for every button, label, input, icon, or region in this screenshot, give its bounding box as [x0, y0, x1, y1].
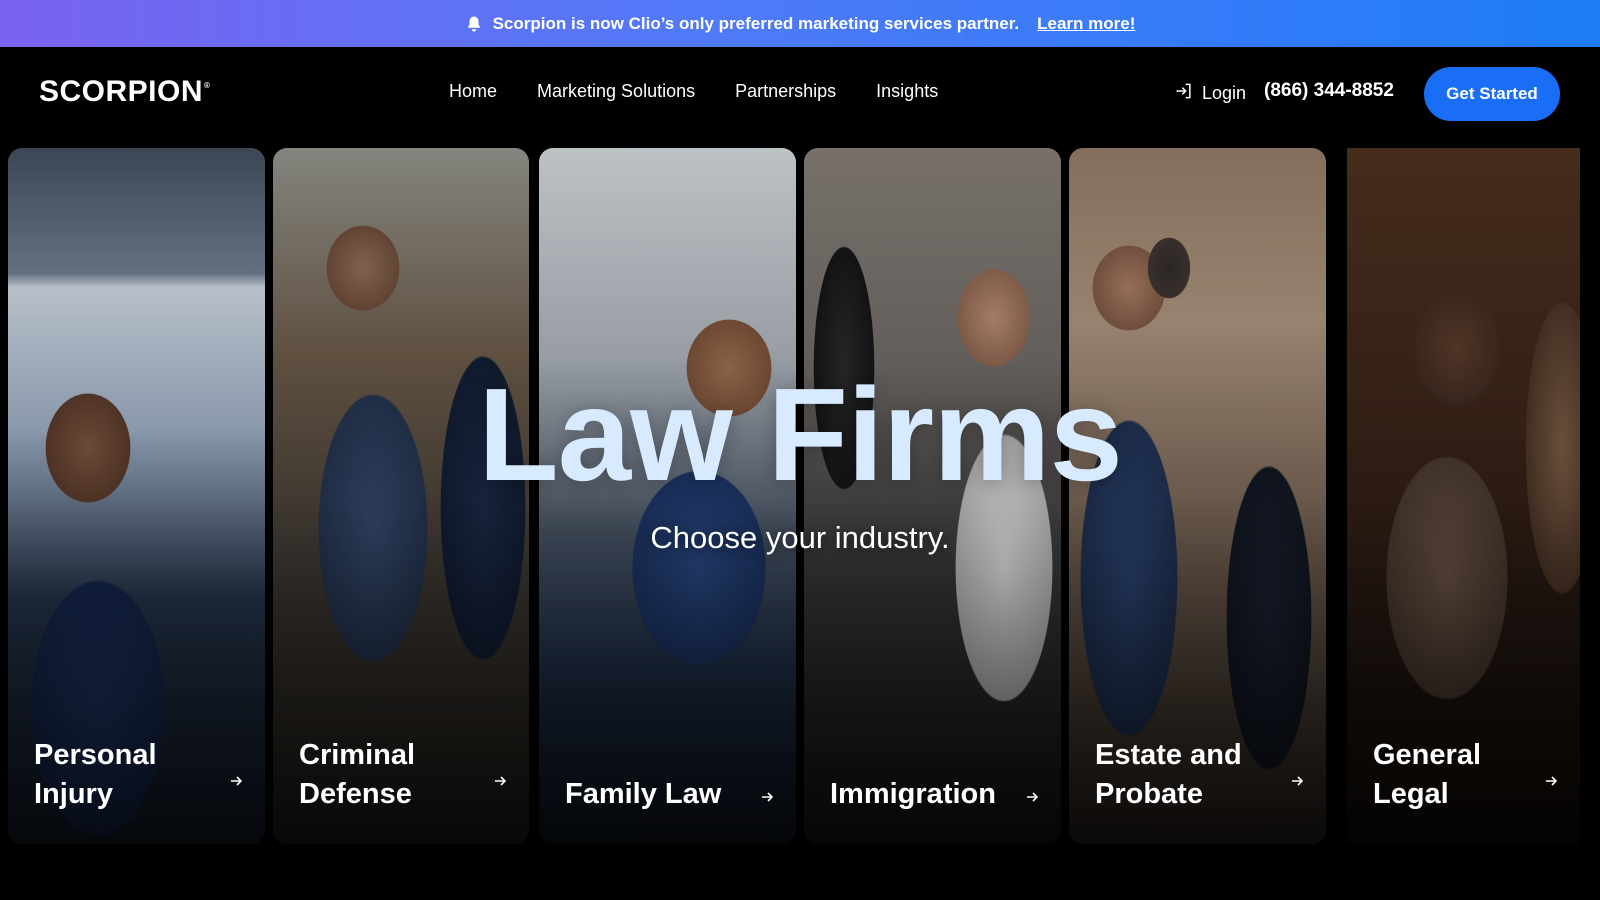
- card-label: Personal Injury: [34, 739, 157, 810]
- card-label: General Legal: [1373, 739, 1481, 810]
- card-label: Immigration: [830, 778, 996, 810]
- card-label: Estate and Probate: [1095, 739, 1242, 810]
- login-label: Login: [1202, 83, 1247, 103]
- bell-icon: [465, 15, 483, 33]
- logo-text: SCORPION: [39, 75, 204, 108]
- site-header: SCORPION® Home Marketing Solutions Partn…: [0, 47, 1600, 143]
- logo-registered-mark: ®: [204, 81, 211, 90]
- nav-item-marketing-solutions[interactable]: Marketing Solutions: [537, 81, 695, 102]
- card-label: Family Law: [565, 778, 722, 810]
- arrow-right-icon: [1025, 790, 1039, 804]
- phone-number[interactable]: (866) 344-8852: [1264, 80, 1394, 102]
- nav-item-insights[interactable]: Insights: [876, 81, 938, 102]
- main-nav: Home Marketing Solutions Partnerships In…: [449, 81, 938, 102]
- scorpion-logo[interactable]: SCORPION®: [39, 75, 210, 109]
- arrow-right-icon: [1544, 774, 1558, 788]
- learn-more-link[interactable]: Learn more!: [1037, 14, 1135, 34]
- arrow-right-icon: [229, 774, 243, 788]
- arrow-right-icon: [1290, 774, 1304, 788]
- nav-item-partnerships[interactable]: Partnerships: [735, 81, 836, 102]
- arrow-right-icon: [760, 790, 774, 804]
- announcement-text: Scorpion is now Clio’s only preferred ma…: [492, 13, 1020, 33]
- nav-item-home[interactable]: Home: [449, 81, 497, 102]
- card-label: Criminal Defense: [299, 739, 416, 810]
- login-link[interactable]: Login: [1174, 81, 1246, 106]
- announcement-bar: Scorpion is now Clio’s only preferred ma…: [0, 0, 1600, 47]
- arrow-right-icon: [493, 774, 507, 788]
- hero-title: Law Firms: [478, 361, 1123, 508]
- login-arrow-icon: [1174, 81, 1194, 106]
- hero-subtitle: Choose your industry.: [650, 520, 950, 555]
- get-started-button[interactable]: Get Started: [1424, 67, 1560, 121]
